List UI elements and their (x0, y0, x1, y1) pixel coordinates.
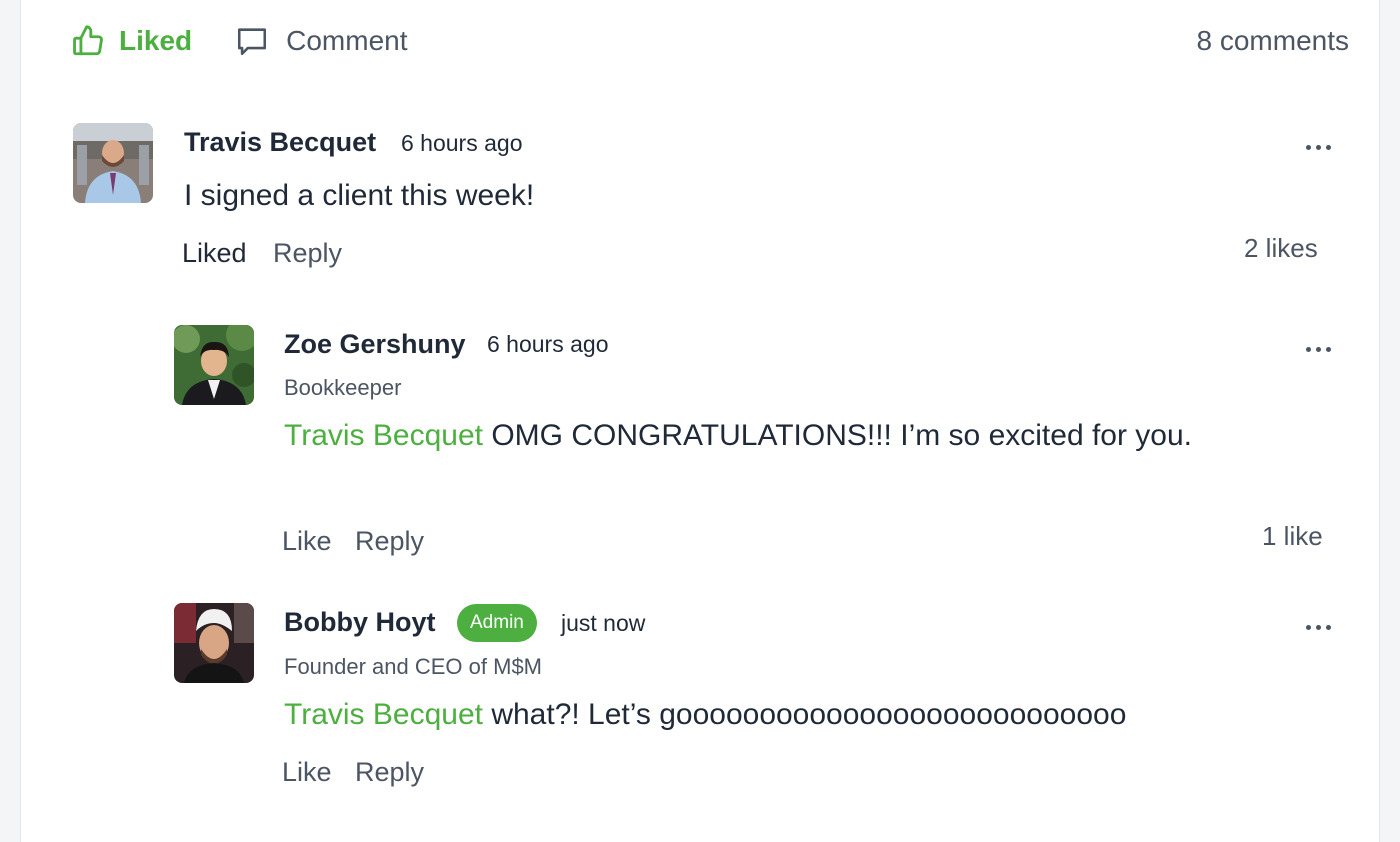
comment-body: Travis Becquet OMG CONGRATULATIONS!!! I’… (284, 412, 1234, 460)
comment-timestamp: 6 hours ago (487, 331, 609, 357)
post-like-label: Liked (119, 25, 193, 56)
author-subtitle: Founder and CEO of M$M (284, 654, 543, 679)
avatar[interactable] (174, 603, 254, 683)
mention-link[interactable]: Travis Becquet (284, 419, 483, 452)
comment-text: OMG CONGRATULATIONS!!! I’m so excited fo… (482, 419, 1193, 452)
thumbs-up-icon (71, 24, 105, 58)
comment-like-button[interactable]: Liked (182, 238, 247, 269)
admin-badge: Admin (457, 604, 537, 642)
ellipsis-icon (1306, 625, 1311, 630)
comment-reply-button[interactable]: Reply (355, 757, 424, 788)
post-actions-bar: Liked Comment 8 comments (71, 18, 1349, 64)
comment-author[interactable]: Bobby Hoyt (284, 607, 436, 638)
author-subtitle: Bookkeeper (284, 375, 402, 400)
mention-link[interactable]: Travis Becquet (284, 698, 483, 731)
post-card: Liked Comment 8 comments Travis Becquet … (20, 0, 1380, 842)
comment-timestamp: 6 hours ago (401, 130, 523, 156)
comment-timestamp: just now (561, 610, 646, 636)
comment-like-button[interactable]: Like (282, 526, 332, 557)
comment-reply-button[interactable]: Reply (273, 238, 342, 269)
comments-count[interactable]: 8 comments (1197, 25, 1350, 57)
more-options-button[interactable] (1306, 142, 1334, 152)
comment-body: I signed a client this week! (184, 179, 535, 212)
post-comment-button[interactable]: Comment (234, 24, 408, 58)
comment-text: what?! Let’s goooooooooooooooooooooooooo… (482, 698, 1127, 731)
ellipsis-icon (1306, 145, 1311, 150)
comment-author[interactable]: Zoe Gershuny (284, 329, 466, 360)
post-like-button[interactable]: Liked (71, 24, 192, 58)
comment-likes-count[interactable]: 1 like (1262, 521, 1323, 552)
comment-like-button[interactable]: Like (282, 757, 332, 788)
comment-bubble-icon (234, 24, 270, 58)
post-comment-label: Comment (286, 25, 408, 56)
comment-body: Travis Becquet what?! Let’s gooooooooooo… (284, 691, 1284, 739)
avatar[interactable] (174, 325, 254, 405)
more-options-button[interactable] (1306, 344, 1334, 354)
ellipsis-icon (1306, 347, 1311, 352)
comment-author[interactable]: Travis Becquet (184, 127, 376, 158)
more-options-button[interactable] (1306, 622, 1334, 632)
comment-reply-button[interactable]: Reply (355, 526, 424, 557)
comment-likes-count[interactable]: 2 likes (1244, 233, 1318, 264)
avatar[interactable] (73, 123, 153, 203)
